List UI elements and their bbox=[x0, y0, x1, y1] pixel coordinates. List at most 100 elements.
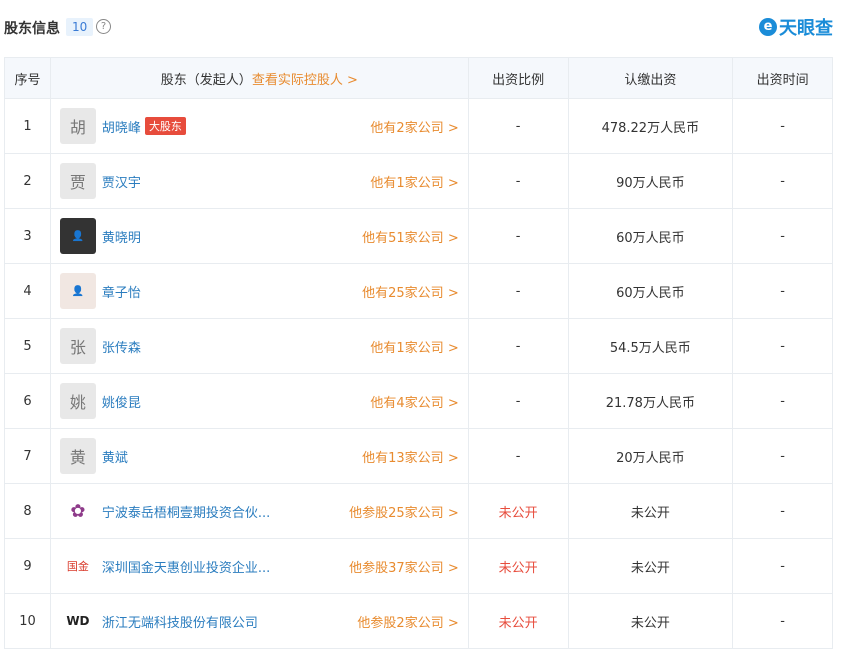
avatar[interactable]: 👤 bbox=[59, 218, 96, 254]
time-cell: - bbox=[732, 428, 833, 484]
shareholder-cell: 👤 黄晓明 他有51家公司 > bbox=[49, 208, 469, 264]
shareholder-cell: 黄 黄斌 他有13家公司 > bbox=[49, 428, 469, 484]
ratio-cell: - bbox=[467, 263, 569, 319]
ratio-cell: - bbox=[467, 98, 569, 154]
shareholder-name[interactable]: 姚俊昆 bbox=[102, 392, 141, 411]
table-row: 1 胡 胡晓峰 大股东 他有2家公司 > - 478.22万人民币 - bbox=[4, 98, 833, 154]
avatar[interactable]: 贾 bbox=[59, 163, 96, 199]
avatar[interactable]: 国金 bbox=[59, 548, 96, 584]
time-cell: - bbox=[732, 98, 833, 154]
brand-logo[interactable]: e 天眼查 bbox=[759, 14, 833, 40]
shareholder-cell: 胡 胡晓峰 大股东 他有2家公司 > bbox=[49, 98, 469, 154]
col-shareholder-label: 股东（发起人） bbox=[160, 72, 252, 88]
time-cell: - bbox=[732, 538, 833, 594]
section-header: 股东信息 10 ? e 天眼查 bbox=[0, 0, 845, 56]
related-companies-link[interactable]: 他有25家公司 > bbox=[362, 282, 459, 301]
row-index: 1 bbox=[4, 98, 51, 154]
related-companies-link[interactable]: 他参股37家公司 > bbox=[349, 557, 459, 576]
time-cell: - bbox=[732, 263, 833, 319]
col-time: 出资时间 bbox=[732, 57, 833, 99]
col-subscribed: 认缴出资 bbox=[567, 57, 734, 99]
avatar[interactable]: 胡 bbox=[59, 108, 96, 144]
shareholder-cell: 张 张传森 他有1家公司 > bbox=[49, 318, 469, 374]
brand-name: 天眼查 bbox=[779, 18, 833, 39]
shareholder-name[interactable]: 黄斌 bbox=[102, 447, 128, 466]
section-title: 股东信息 bbox=[4, 21, 60, 37]
time-cell: - bbox=[732, 373, 833, 429]
subscribed-cell: 60万人民币 bbox=[567, 263, 734, 319]
shareholder-cell: 贾 贾汉宇 他有1家公司 > bbox=[49, 153, 469, 209]
shareholder-cell: ✿ 宁波泰岳梧桐壹期投资合伙... 他参股25家公司 > bbox=[49, 483, 469, 539]
related-companies-link[interactable]: 他有1家公司 > bbox=[370, 337, 458, 356]
col-ratio: 出资比例 bbox=[467, 57, 569, 99]
col-index: 序号 bbox=[4, 57, 51, 99]
table-row: 6 姚 姚俊昆 他有4家公司 > - 21.78万人民币 - bbox=[4, 373, 833, 429]
time-cell: - bbox=[732, 318, 833, 374]
count-badge: 10 bbox=[66, 18, 94, 36]
shareholder-cell: WD 浙江无端科技股份有限公司 他参股2家公司 > bbox=[49, 593, 469, 649]
shareholder-name[interactable]: 张传森 bbox=[102, 337, 141, 356]
help-icon[interactable]: ? bbox=[96, 19, 111, 34]
subscribed-cell: 478.22万人民币 bbox=[567, 98, 734, 154]
subscribed-cell: 未公开 bbox=[567, 593, 734, 649]
row-index: 4 bbox=[4, 263, 51, 319]
shareholder-name[interactable]: 贾汉宇 bbox=[102, 172, 141, 191]
shareholder-name[interactable]: 章子怡 bbox=[102, 282, 141, 301]
ratio-cell: - bbox=[467, 318, 569, 374]
ratio-cell: - bbox=[467, 373, 569, 429]
ratio-cell: - bbox=[467, 153, 569, 209]
related-companies-link[interactable]: 他有1家公司 > bbox=[370, 172, 458, 191]
related-companies-link[interactable]: 他有2家公司 > bbox=[370, 117, 458, 136]
table-header-row: 序号 股东（发起人）查看实际控股人 > 出资比例 认缴出资 出资时间 bbox=[4, 57, 833, 99]
table-row: 9 国金 深圳国金天惠创业投资企业... 他参股37家公司 > 未公开 未公开 … bbox=[4, 538, 833, 594]
shareholder-name[interactable]: 黄晓明 bbox=[102, 227, 141, 246]
shareholder-name[interactable]: 胡晓峰 bbox=[102, 117, 141, 136]
table-row: 10 WD 浙江无端科技股份有限公司 他参股2家公司 > 未公开 未公开 - bbox=[4, 593, 833, 649]
related-companies-link[interactable]: 他有13家公司 > bbox=[362, 447, 459, 466]
row-index: 9 bbox=[4, 538, 51, 594]
avatar[interactable]: 姚 bbox=[59, 383, 96, 419]
row-index: 8 bbox=[4, 483, 51, 539]
table-row: 5 张 张传森 他有1家公司 > - 54.5万人民币 - bbox=[4, 318, 833, 374]
shareholder-name[interactable]: 宁波泰岳梧桐壹期投资合伙... bbox=[102, 502, 270, 521]
shareholder-name[interactable]: 浙江无端科技股份有限公司 bbox=[102, 612, 258, 631]
related-companies-link[interactable]: 他有4家公司 > bbox=[370, 392, 458, 411]
shareholder-table: 序号 股东（发起人）查看实际控股人 > 出资比例 认缴出资 出资时间 1 胡 胡… bbox=[4, 57, 833, 649]
subscribed-cell: 90万人民币 bbox=[567, 153, 734, 209]
time-cell: - bbox=[732, 153, 833, 209]
shareholder-cell: 👤 章子怡 他有25家公司 > bbox=[49, 263, 469, 319]
table-row: 3 👤 黄晓明 他有51家公司 > - 60万人民币 - bbox=[4, 208, 833, 264]
table-row: 8 ✿ 宁波泰岳梧桐壹期投资合伙... 他参股25家公司 > 未公开 未公开 - bbox=[4, 483, 833, 539]
related-companies-link[interactable]: 他有51家公司 > bbox=[362, 227, 459, 246]
row-index: 6 bbox=[4, 373, 51, 429]
time-cell: - bbox=[732, 208, 833, 264]
col-shareholder: 股东（发起人）查看实际控股人 > bbox=[49, 57, 469, 99]
avatar[interactable]: WD bbox=[59, 603, 96, 639]
related-companies-link[interactable]: 他参股2家公司 > bbox=[357, 612, 458, 631]
table-row: 2 贾 贾汉宇 他有1家公司 > - 90万人民币 - bbox=[4, 153, 833, 209]
ratio-cell: 未公开 bbox=[467, 483, 569, 539]
subscribed-cell: 21.78万人民币 bbox=[567, 373, 734, 429]
row-index: 5 bbox=[4, 318, 51, 374]
avatar[interactable]: 👤 bbox=[59, 273, 96, 309]
avatar[interactable]: ✿ bbox=[59, 493, 96, 529]
subscribed-cell: 未公开 bbox=[567, 483, 734, 539]
time-cell: - bbox=[732, 483, 833, 539]
subscribed-cell: 未公开 bbox=[567, 538, 734, 594]
shareholder-cell: 国金 深圳国金天惠创业投资企业... 他参股37家公司 > bbox=[49, 538, 469, 594]
view-controller-link[interactable]: 查看实际控股人 > bbox=[252, 73, 358, 88]
shareholder-name[interactable]: 深圳国金天惠创业投资企业... bbox=[102, 557, 270, 576]
subscribed-cell: 20万人民币 bbox=[567, 428, 734, 484]
related-companies-link[interactable]: 他参股25家公司 > bbox=[349, 502, 459, 521]
avatar[interactable]: 张 bbox=[59, 328, 96, 364]
table-row: 7 黄 黄斌 他有13家公司 > - 20万人民币 - bbox=[4, 428, 833, 484]
ratio-cell: - bbox=[467, 428, 569, 484]
avatar[interactable]: 黄 bbox=[59, 438, 96, 474]
ratio-cell: 未公开 bbox=[467, 538, 569, 594]
row-index: 7 bbox=[4, 428, 51, 484]
row-index: 2 bbox=[4, 153, 51, 209]
subscribed-cell: 54.5万人民币 bbox=[567, 318, 734, 374]
ratio-cell: 未公开 bbox=[467, 593, 569, 649]
table-row: 4 👤 章子怡 他有25家公司 > - 60万人民币 - bbox=[4, 263, 833, 319]
row-index: 10 bbox=[4, 593, 51, 649]
